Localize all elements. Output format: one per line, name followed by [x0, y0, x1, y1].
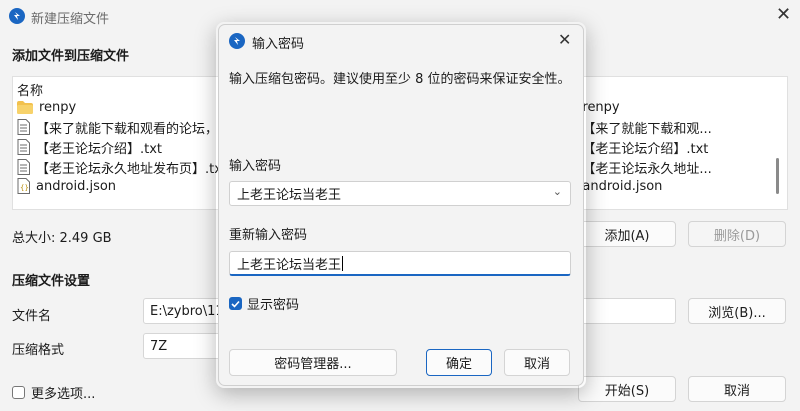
dialog-cancel-button[interactable]: 取消: [504, 349, 570, 376]
svg-text:{}: {}: [20, 184, 29, 192]
password-value: 上老王论坛当老王: [237, 188, 342, 203]
more-options-row[interactable]: 更多选项...: [12, 383, 95, 402]
checkmark-icon: [231, 300, 240, 308]
item-path: \android.json: [578, 178, 663, 194]
password-label: 输入密码: [229, 159, 282, 174]
format-select[interactable]: 7Z: [143, 333, 223, 359]
delete-button[interactable]: 删除(D): [688, 221, 786, 247]
folder-icon: [17, 100, 33, 114]
password-dialog: 输入密码 ✕ 输入压缩包密码。建议使用至少 8 位的密码来保证安全性。 输入密码…: [218, 24, 584, 386]
dialog-title: 输入密码: [252, 37, 305, 52]
item-name: 【老王论坛介绍】.txt: [36, 141, 163, 157]
app-logo-icon: [9, 8, 25, 24]
more-options-label: 更多选项...: [31, 387, 96, 402]
item-name: 【来了就能下载和观看的论坛，纯: [36, 121, 232, 137]
reenter-password-value: 上老王论坛当老王: [237, 257, 342, 273]
list-item[interactable]: 【来了就能下载和观看的论坛，纯: [17, 116, 231, 138]
json-file-icon: {}: [17, 178, 30, 194]
show-password-checkbox[interactable]: [229, 297, 242, 310]
window-cancel-button[interactable]: 取消: [688, 376, 786, 402]
text-file-icon: [17, 159, 30, 175]
browse-button[interactable]: 浏览(B)...: [688, 298, 786, 324]
filename-label: 文件名: [12, 309, 52, 324]
archive-settings-heading: 压缩文件设置: [12, 274, 91, 289]
text-cursor: [342, 255, 344, 271]
chevron-down-icon[interactable]: ⌄: [553, 185, 562, 198]
password-input[interactable]: 上老王论坛当老王 ⌄: [229, 181, 571, 206]
total-size: 总大小: 2.49 GB: [12, 231, 112, 246]
ok-button[interactable]: 确定: [426, 349, 492, 376]
dialog-description: 输入压缩包密码。建议使用至少 8 位的密码来保证安全性。: [229, 72, 571, 87]
dialog-logo-icon: [229, 33, 245, 49]
start-button[interactable]: 开始(S): [578, 376, 676, 402]
window-close-icon[interactable]: ✕: [776, 6, 791, 24]
text-file-icon: [17, 139, 30, 155]
list-scrollbar[interactable]: [776, 158, 779, 194]
more-options-checkbox[interactable]: [12, 386, 25, 399]
reenter-password-label: 重新输入密码: [229, 228, 308, 243]
list-item[interactable]: 【老王论坛介绍】.txt: [17, 136, 162, 158]
item-name: 【老王论坛永久地址发布页】.txt: [36, 161, 228, 177]
dialog-close-icon[interactable]: ✕: [558, 32, 571, 48]
item-path: \【来了就能下载和观...: [578, 121, 712, 137]
add-button[interactable]: 添加(A): [578, 221, 676, 247]
reenter-password-input[interactable]: 上老王论坛当老王: [229, 251, 571, 276]
add-files-heading: 添加文件到压缩文件: [12, 49, 130, 64]
format-label: 压缩格式: [12, 343, 65, 358]
list-item[interactable]: renpy: [17, 96, 76, 118]
window-title: 新建压缩文件: [31, 12, 110, 27]
item-name: android.json: [36, 178, 117, 194]
password-manager-button[interactable]: 密码管理器...: [229, 349, 397, 376]
item-path: \【老王论坛介绍】.txt: [578, 141, 709, 157]
show-password-row[interactable]: 显示密码: [229, 294, 299, 313]
text-file-icon: [17, 119, 30, 135]
show-password-label: 显示密码: [247, 298, 300, 313]
item-name: renpy: [39, 99, 77, 115]
list-item[interactable]: {} android.json: [17, 175, 116, 197]
